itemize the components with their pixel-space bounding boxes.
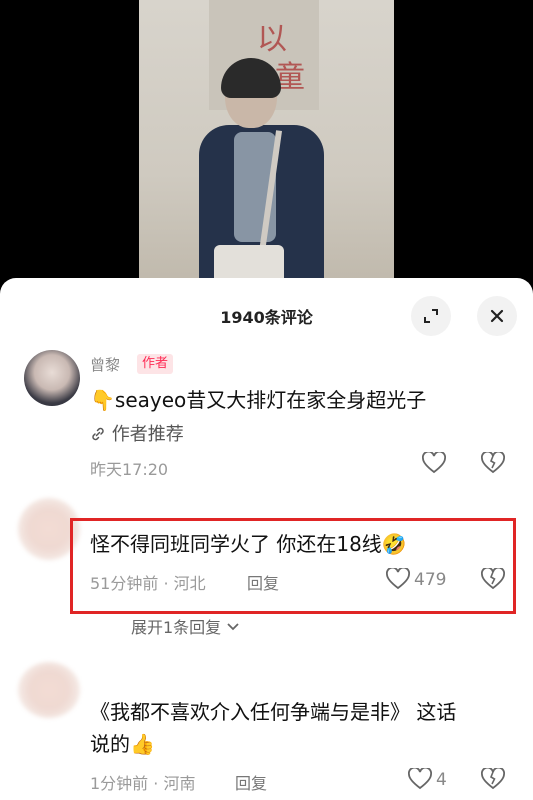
dislike-broken-heart-icon[interactable] xyxy=(481,768,505,790)
sheet-header: 1940条评论 xyxy=(0,278,533,348)
author-pick-link[interactable]: 作者推荐 xyxy=(90,420,184,446)
like-heart-icon[interactable] xyxy=(408,768,432,790)
comment-text: 👇seayeo昔又大排灯在家全身超光子 xyxy=(90,388,427,412)
close-button[interactable] xyxy=(477,296,517,336)
like-heart-icon[interactable] xyxy=(422,452,446,474)
avatar[interactable] xyxy=(18,662,80,718)
video-frame: 以 童 xyxy=(139,0,394,290)
expand-button[interactable] xyxy=(411,296,451,336)
reply-button[interactable]: 回复 xyxy=(235,770,267,794)
comment-text-line2: 说的👍 xyxy=(90,732,155,756)
chevron-down-icon xyxy=(227,623,239,631)
highlight-annotation-box xyxy=(70,518,516,614)
like-count: 4 xyxy=(436,770,447,790)
expand-icon xyxy=(424,309,438,323)
video-area[interactable]: 以 童 xyxy=(0,0,533,290)
avatar[interactable] xyxy=(24,350,80,406)
expand-replies-label: 展开1条回复 xyxy=(131,618,222,637)
close-icon xyxy=(490,309,504,323)
comment-username[interactable]: 曾黎 xyxy=(90,354,120,375)
dislike-broken-heart-icon[interactable] xyxy=(481,452,505,474)
comment-meta: 1分钟前 · 河南 xyxy=(90,774,196,793)
comment-count-title: 1940条评论 xyxy=(220,308,313,327)
link-icon xyxy=(92,427,104,441)
expand-replies-button[interactable]: 展开1条回复 xyxy=(131,614,240,638)
author-pick-label: 作者推荐 xyxy=(111,424,184,445)
comment-time: 昨天17:20 xyxy=(90,460,169,479)
comment-text-line1: 《我都不喜欢介入任何争端与是非》 这话 xyxy=(90,700,457,724)
author-badge: 作者 xyxy=(137,354,174,374)
